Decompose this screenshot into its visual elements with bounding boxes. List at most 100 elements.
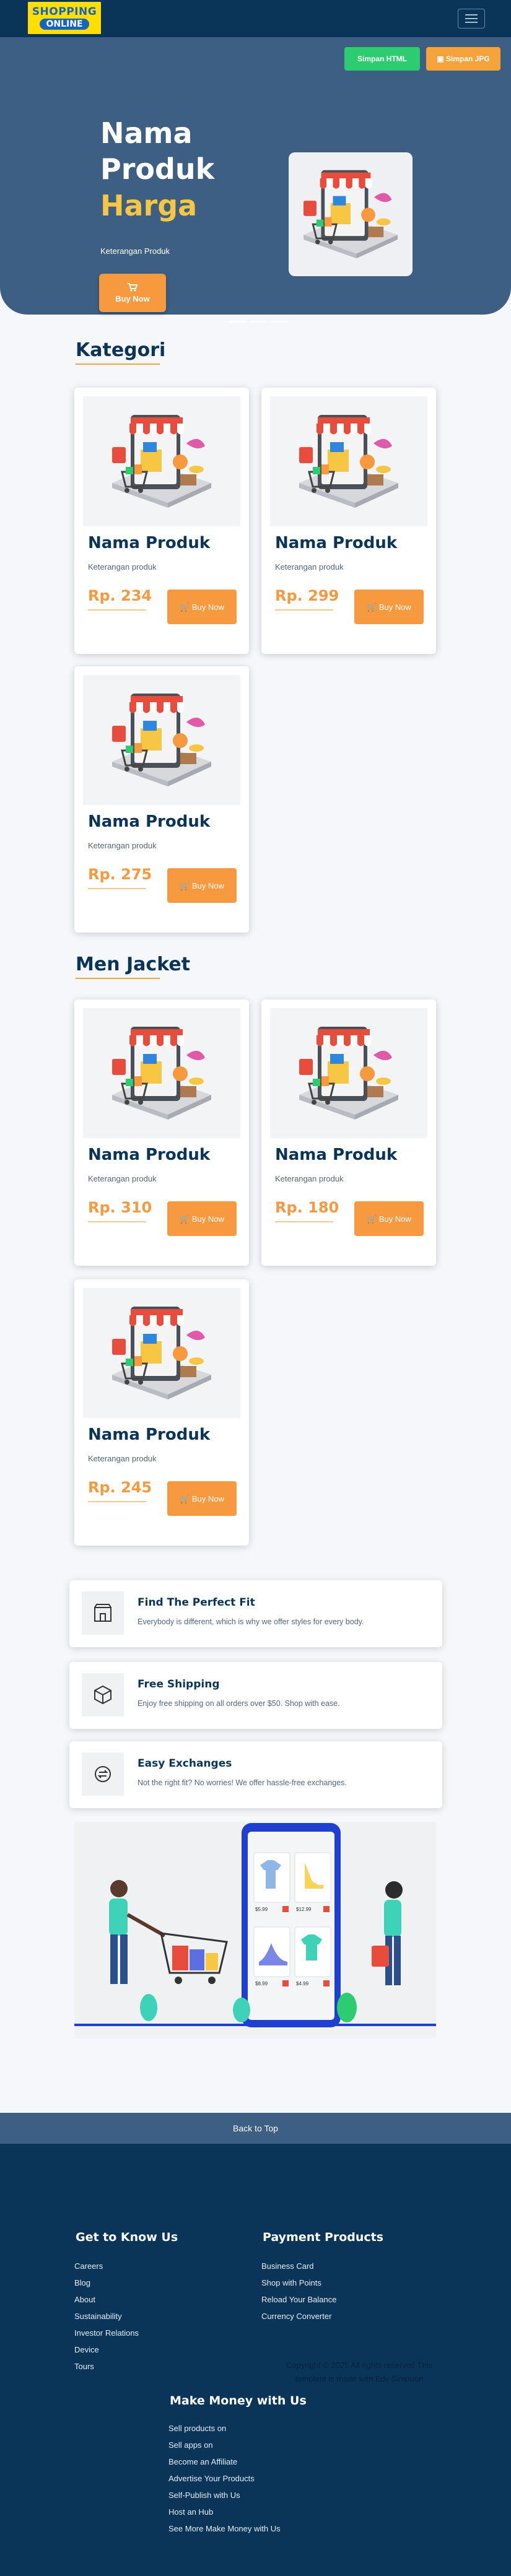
product-card: Nama Produk Keterangan produk Rp. 245 🛒 …	[74, 1279, 249, 1546]
product-card: Nama Produk Keterangan produk Rp. 234 🛒 …	[74, 388, 249, 654]
cart-icon: 🛒	[180, 1494, 192, 1503]
product-description: Keterangan produk	[88, 1174, 157, 1183]
product-price: Rp. 299	[275, 587, 339, 611]
copyright-text: Copyright © 2025 All rights reserved Thi…	[286, 2361, 433, 2383]
feature-card: Free Shipping Enjoy free shipping on all…	[69, 1662, 442, 1729]
product-name: Nama Produk	[88, 534, 211, 552]
product-description: Keterangan produk	[88, 841, 157, 850]
hero-title: Nama Produk	[100, 115, 214, 187]
illustration-price: $12.99	[296, 1907, 312, 1912]
product-price: Rp. 234	[88, 587, 152, 611]
footer-link[interactable]: Blog	[74, 2278, 90, 2287]
product-price: Rp. 275	[88, 866, 152, 889]
illustration-price: $5.99	[255, 1907, 268, 1912]
product-description: Keterangan produk	[88, 1454, 157, 1463]
footer-link[interactable]: Currency Converter	[261, 2312, 331, 2321]
cart-icon: 🛒	[367, 1214, 379, 1224]
hero-product-image	[289, 152, 413, 276]
carousel-dot[interactable]	[250, 321, 268, 323]
product-price: Rp. 310	[88, 1199, 152, 1222]
buy-now-button[interactable]: 🛒 Buy Now	[167, 1201, 237, 1236]
product-name: Nama Produk	[275, 534, 398, 552]
footer-link[interactable]: Business Card	[261, 2261, 314, 2271]
logo-line1: SHOPPING	[32, 6, 97, 18]
section-title-kategori: Kategori	[76, 339, 166, 365]
section-title-men-jacket: Men Jacket	[76, 954, 191, 979]
footer-link[interactable]: See More Make Money with Us	[168, 2524, 281, 2533]
footer-link[interactable]: Sell products on	[168, 2424, 226, 2433]
footer-link[interactable]: Advertise Your Products	[168, 2474, 255, 2483]
shopping-online-logo[interactable]: SHOPPING ONLINE	[26, 0, 103, 36]
footer-link[interactable]: Tours	[74, 2362, 94, 2371]
footer-link[interactable]: Sell apps on	[168, 2440, 213, 2450]
product-name: Nama Produk	[88, 812, 211, 831]
logo-line2: ONLINE	[40, 19, 89, 30]
buy-now-button[interactable]: 🛒 Buy Now	[167, 868, 237, 903]
feature-title: Easy Exchanges	[138, 1757, 232, 1770]
footer-link[interactable]: Reload Your Balance	[261, 2295, 336, 2304]
product-description: Keterangan produk	[88, 562, 157, 572]
footer-link[interactable]: Become an Affiliate	[168, 2457, 237, 2466]
cart-icon	[128, 282, 138, 291]
footer-col-title: Payment Products	[263, 2230, 384, 2244]
feature-description: Not the right fit? No worries! We offer …	[138, 1778, 347, 1787]
menu-toggle-button[interactable]	[458, 9, 485, 28]
feature-description: Enjoy free shipping on all orders over $…	[138, 1699, 340, 1708]
hero-description: Keterangan Produk	[100, 246, 170, 256]
footer-col-title: Get to Know Us	[76, 2230, 178, 2244]
product-card: Nama Produk Keterangan produk Rp. 180 🛒 …	[261, 999, 436, 1266]
back-to-top-button[interactable]: Back to Top	[0, 2113, 511, 2144]
product-image	[83, 1008, 240, 1138]
hero-banner: Simpan HTML ▣ Simpan JPG Nama Produk Har…	[0, 37, 511, 323]
footer-link[interactable]: Careers	[74, 2261, 103, 2271]
cart-icon: 🛒	[367, 602, 379, 612]
save-jpg-button[interactable]: ▣ Simpan JPG	[426, 47, 500, 71]
product-image	[270, 1008, 427, 1138]
save-html-button[interactable]: Simpan HTML	[344, 47, 420, 71]
product-image	[83, 1288, 240, 1418]
product-card: Nama Produk Keterangan produk Rp. 299 🛒 …	[261, 388, 436, 654]
exchange-icon	[82, 1752, 124, 1796]
carousel-dot[interactable]	[229, 321, 247, 323]
footer-link[interactable]: Device	[74, 2345, 99, 2354]
hero-buy-label: Buy Now	[115, 294, 150, 303]
feature-title: Free Shipping	[138, 1678, 220, 1690]
product-description: Keterangan produk	[275, 1174, 344, 1183]
product-price: Rp. 180	[275, 1199, 339, 1222]
carousel-dot[interactable]	[271, 321, 289, 323]
top-navbar: SHOPPING ONLINE	[0, 0, 511, 37]
save-jpg-label: Simpan JPG	[445, 54, 490, 63]
footer-link[interactable]: Shop with Points	[261, 2278, 321, 2287]
footer-col-title: Make Money with Us	[170, 2394, 307, 2408]
product-image	[83, 675, 240, 805]
product-name: Nama Produk	[88, 1425, 211, 1444]
product-image	[83, 396, 240, 526]
product-card: Nama Produk Keterangan produk Rp. 310 🛒 …	[74, 999, 249, 1266]
buy-now-button[interactable]: 🛒 Buy Now	[167, 1481, 237, 1516]
product-image	[270, 396, 427, 526]
feature-card: Easy Exchanges Not the right fit? No wor…	[69, 1741, 442, 1808]
footer-link[interactable]: Host an Hub	[168, 2507, 213, 2517]
buy-now-button[interactable]: 🛒 Buy Now	[354, 590, 424, 624]
image-icon: ▣	[437, 54, 446, 63]
product-card: Nama Produk Keterangan produk Rp. 275 🛒 …	[74, 666, 249, 933]
store-icon	[82, 1591, 124, 1635]
buy-now-button[interactable]: 🛒 Buy Now	[167, 590, 237, 624]
footer: Get to Know Us Careers Blog About Sustai…	[0, 2144, 511, 2576]
hero-buy-now-button[interactable]: Buy Now	[99, 274, 166, 312]
footer-link[interactable]: Sustainability	[74, 2312, 122, 2321]
footer-link[interactable]: Investor Relations	[74, 2328, 139, 2338]
footer-link[interactable]: Self-Publish with Us	[168, 2491, 240, 2500]
product-name: Nama Produk	[275, 1146, 398, 1164]
box-icon	[82, 1673, 124, 1717]
hero-title-line1: Nama	[100, 116, 193, 150]
illustration-price: $8.99	[255, 1981, 268, 1986]
online-shopping-illustration: $5.99 $12.99 $8.99 $4.99	[74, 1822, 436, 2039]
cart-icon: 🛒	[180, 1214, 192, 1224]
footer-link[interactable]: About	[74, 2295, 95, 2304]
cart-icon: 🛒	[180, 602, 192, 612]
product-price: Rp. 245	[88, 1479, 152, 1502]
hero-title-line2: Produk	[100, 152, 215, 186]
feature-description: Everybody is different, which is why we …	[138, 1617, 364, 1626]
buy-now-button[interactable]: 🛒 Buy Now	[354, 1201, 424, 1236]
